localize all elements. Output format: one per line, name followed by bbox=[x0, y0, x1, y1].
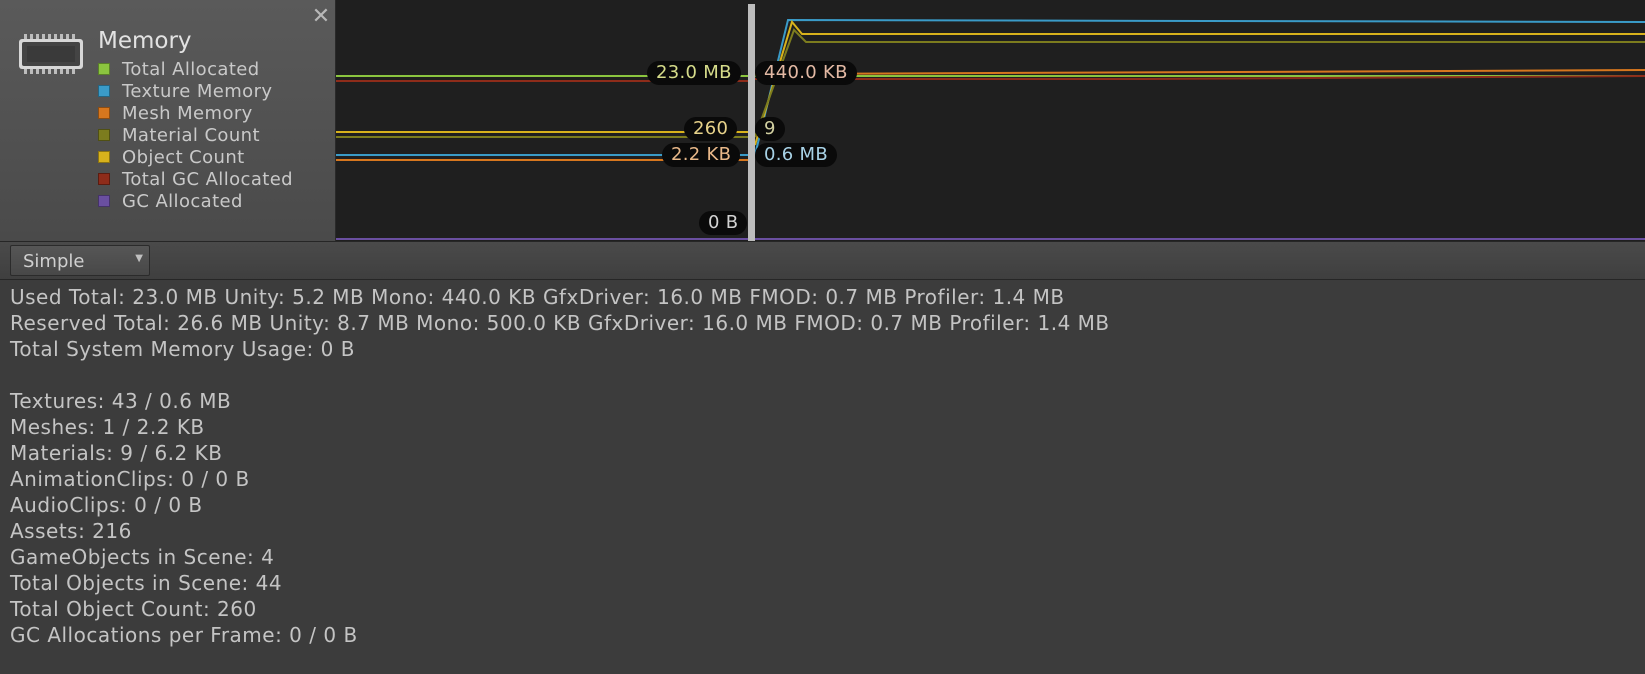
close-icon[interactable]: ✕ bbox=[311, 6, 331, 28]
chart-lines bbox=[336, 18, 1645, 240]
materials-line: Materials: 9 / 6.2 KB bbox=[10, 441, 223, 465]
legend-item-material-count[interactable]: Material Count bbox=[98, 124, 293, 146]
label-texture-memory: 0.6 MB bbox=[755, 143, 838, 167]
label-material-count: 9 bbox=[755, 117, 785, 141]
legend-item-gc-allocated[interactable]: GC Allocated bbox=[98, 190, 293, 212]
system-memory-line: Total System Memory Usage: 0 B bbox=[10, 337, 355, 361]
label-gc-allocated: 0 B bbox=[699, 211, 748, 235]
legend-label: Object Count bbox=[122, 146, 245, 168]
used-total-line: Used Total: 23.0 MB Unity: 5.2 MB Mono: … bbox=[10, 285, 1065, 309]
total-objects-scene-line: Total Objects in Scene: 44 bbox=[10, 571, 283, 595]
gc-allocations-line: GC Allocations per Frame: 0 / 0 B bbox=[10, 623, 358, 647]
memory-legend-panel: ✕ Memory Total Allocated Texture Memory bbox=[0, 0, 336, 241]
legend-item-total-allocated[interactable]: Total Allocated bbox=[98, 58, 293, 80]
memory-chip-icon bbox=[19, 34, 83, 74]
view-mode-dropdown[interactable]: Simple ▼ bbox=[10, 245, 150, 276]
legend-label: Total Allocated bbox=[122, 58, 260, 80]
legend-item-object-count[interactable]: Object Count bbox=[98, 146, 293, 168]
legend-label: Material Count bbox=[122, 124, 260, 146]
memory-details: Used Total: 23.0 MB Unity: 5.2 MB Mono: … bbox=[10, 284, 1110, 648]
swatch-object-count bbox=[98, 151, 110, 163]
legend-label: Texture Memory bbox=[122, 80, 273, 102]
chevron-down-icon: ▼ bbox=[135, 253, 143, 264]
legend-list: Total Allocated Texture Memory Mesh Memo… bbox=[98, 58, 293, 212]
swatch-gc-allocated bbox=[98, 195, 110, 207]
swatch-material-count bbox=[98, 129, 110, 141]
meshes-line: Meshes: 1 / 2.2 KB bbox=[10, 415, 205, 439]
gameobjects-line: GameObjects in Scene: 4 bbox=[10, 545, 275, 569]
line-material-count-right bbox=[754, 28, 1645, 138]
audio-clips-line: AudioClips: 0 / 0 B bbox=[10, 493, 203, 517]
label-total-allocated: 23.0 MB bbox=[647, 61, 741, 85]
label-mono: 440.0 KB bbox=[755, 61, 857, 85]
swatch-total-allocated bbox=[98, 63, 110, 75]
label-object-count: 260 bbox=[684, 117, 738, 141]
swatch-total-gc-allocated bbox=[98, 173, 110, 185]
details-toolbar: Simple ▼ bbox=[0, 241, 1645, 280]
legend-label: Mesh Memory bbox=[122, 102, 253, 124]
legend-item-texture-memory[interactable]: Texture Memory bbox=[98, 80, 293, 102]
view-mode-label: Simple bbox=[23, 251, 85, 272]
total-object-count-line: Total Object Count: 260 bbox=[10, 597, 257, 621]
animation-clips-line: AnimationClips: 0 / 0 B bbox=[10, 467, 250, 491]
legend-item-mesh-memory[interactable]: Mesh Memory bbox=[98, 102, 293, 124]
memory-timeline-chart[interactable]: 23.0 MB 260 2.2 KB 0 B 440.0 KB 9 0.6 MB bbox=[336, 0, 1645, 241]
line-texture-memory-right bbox=[754, 18, 1645, 156]
assets-line: Assets: 216 bbox=[10, 519, 132, 543]
line-object-count-right bbox=[754, 19, 1645, 146]
label-mesh-memory: 2.2 KB bbox=[662, 143, 741, 167]
swatch-texture-memory bbox=[98, 85, 110, 97]
reserved-total-line: Reserved Total: 26.6 MB Unity: 8.7 MB Mo… bbox=[10, 311, 1110, 335]
legend-label: GC Allocated bbox=[122, 190, 243, 212]
legend-label: Total GC Allocated bbox=[122, 168, 294, 190]
legend-item-total-gc-allocated[interactable]: Total GC Allocated bbox=[98, 168, 293, 190]
line-mesh-memory-right bbox=[754, 69, 1645, 75]
swatch-mesh-memory bbox=[98, 107, 110, 119]
textures-line: Textures: 43 / 0.6 MB bbox=[10, 389, 232, 413]
frame-cursor[interactable] bbox=[748, 4, 755, 241]
area-title: Memory bbox=[98, 28, 192, 54]
